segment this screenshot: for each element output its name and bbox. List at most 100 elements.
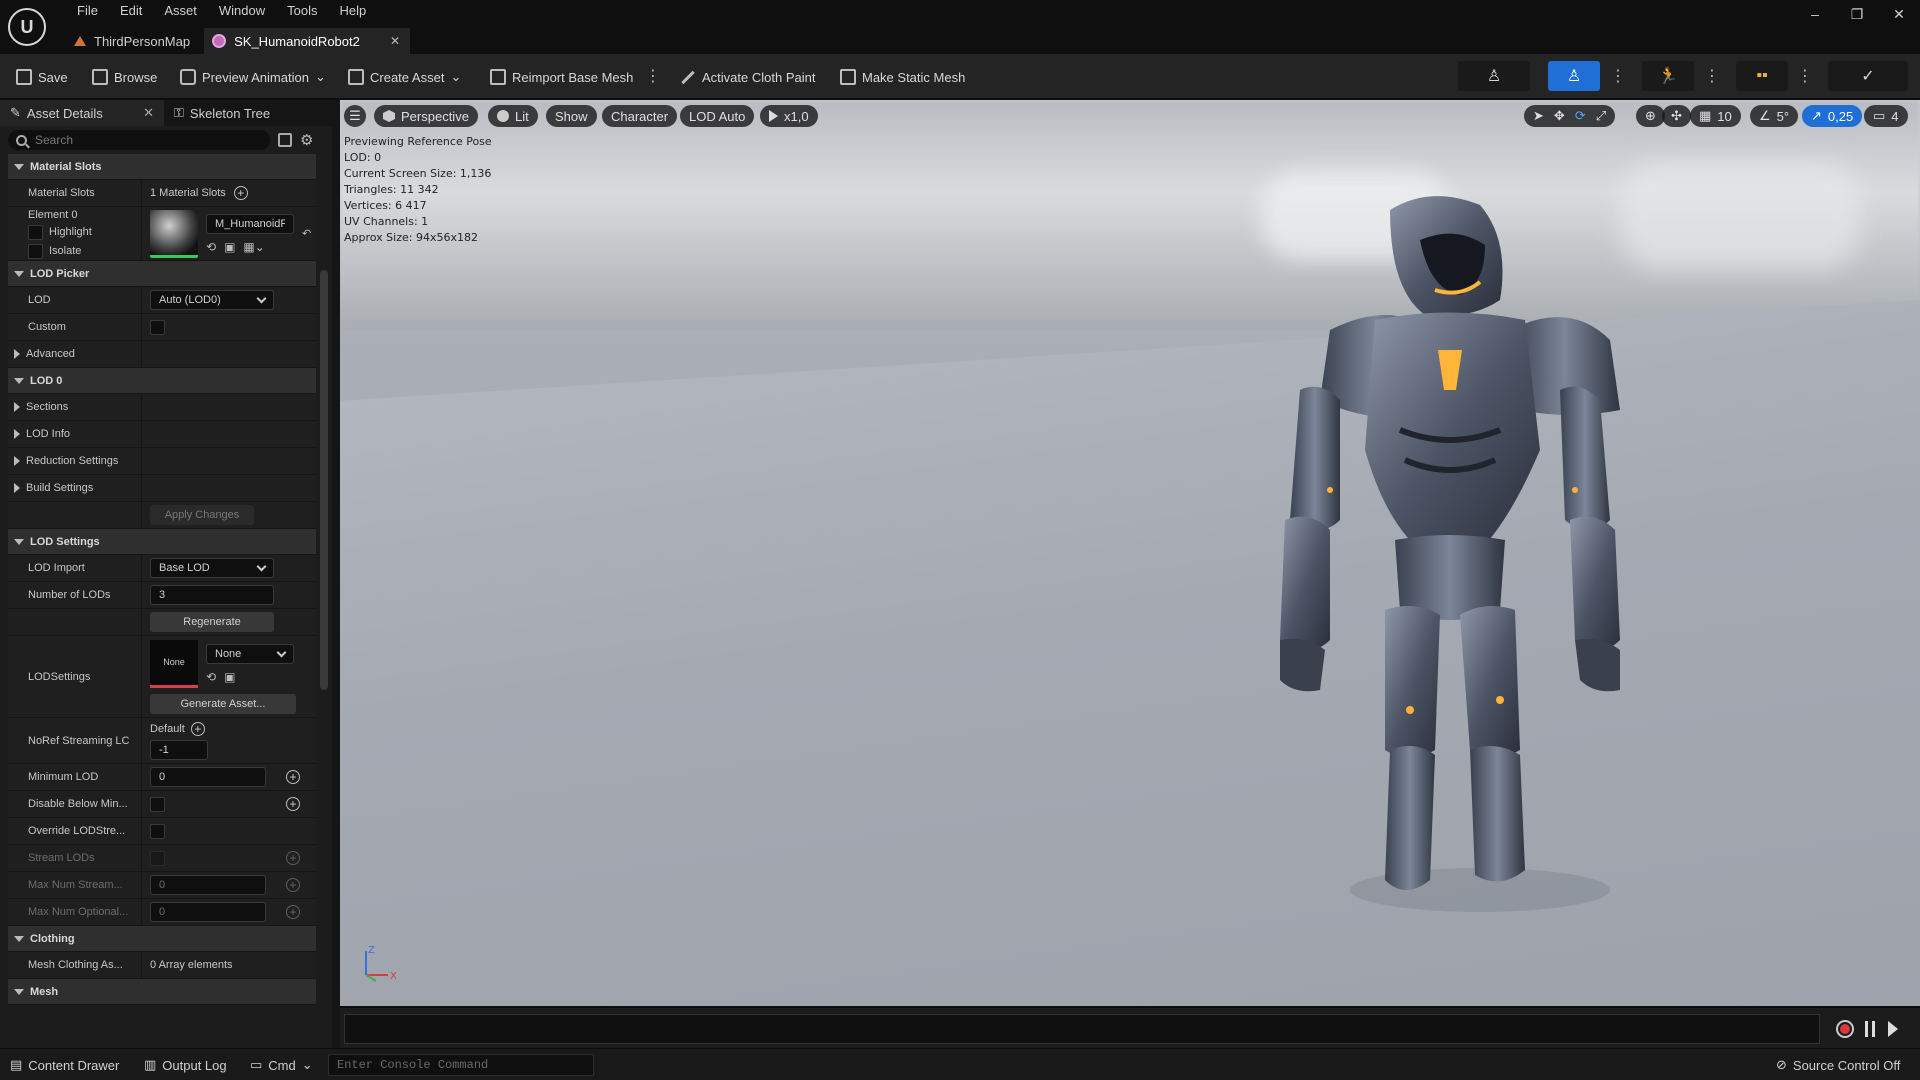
override-checkbox[interactable]: [150, 823, 165, 839]
step-forward-icon[interactable]: [1888, 1021, 1898, 1037]
output-log-button[interactable]: ▥ Output Log: [144, 1057, 227, 1073]
character-button[interactable]: Character: [602, 105, 678, 127]
activate-cloth-paint-button[interactable]: Activate Cloth Paint: [680, 66, 815, 88]
close-window-icon[interactable]: ✕: [1878, 6, 1920, 23]
row-advanced[interactable]: Advanced: [8, 341, 316, 368]
restore-icon[interactable]: ❐: [1836, 6, 1878, 23]
material-combo[interactable]: M_HumanoidRob: [206, 213, 294, 234]
blueprint-mode-button[interactable]: ▪▪: [1736, 61, 1788, 91]
coordinate-space-button[interactable]: ⊕: [1636, 105, 1665, 127]
add-override-icon[interactable]: +: [286, 770, 300, 784]
max-optional-input[interactable]: 0: [150, 902, 266, 922]
camera-speed-button[interactable]: ▭ 4: [1864, 105, 1908, 127]
save-button[interactable]: Save: [16, 66, 68, 88]
number-of-lods-input[interactable]: 3: [150, 585, 274, 605]
section-lod-settings[interactable]: LOD Settings: [8, 529, 316, 555]
lodsettings-thumbnail[interactable]: None: [150, 639, 198, 688]
make-static-mesh-button[interactable]: Make Static Mesh: [840, 66, 965, 88]
content-drawer-button[interactable]: ▤ Content Drawer: [10, 1057, 119, 1073]
noref-input[interactable]: -1: [150, 739, 208, 760]
add-platform-override-icon[interactable]: +: [190, 721, 205, 736]
options-icon[interactable]: ▦⌄: [243, 240, 264, 254]
playback-speed-button[interactable]: x1,0: [760, 105, 818, 127]
record-icon[interactable]: [1836, 1020, 1854, 1038]
grid-snap-button[interactable]: ▦ 10: [1690, 105, 1741, 127]
disable-below-min-checkbox[interactable]: [150, 796, 165, 812]
add-override-icon[interactable]: +: [286, 797, 300, 811]
close-icon[interactable]: ✕: [143, 105, 154, 121]
max-stream-input[interactable]: 0: [150, 875, 266, 895]
tab-sk-humanoidrobot2[interactable]: SK_HumanoidRobot2 ✕: [204, 28, 411, 54]
close-tab-icon[interactable]: ✕: [390, 34, 400, 48]
mesh-mode-options-icon[interactable]: ⋮: [1610, 66, 1626, 86]
use-selected-icon[interactable]: ⟲: [206, 670, 216, 684]
lod-dropdown[interactable]: Auto (LOD0): [150, 290, 274, 310]
add-override-icon[interactable]: +: [286, 878, 300, 892]
add-material-icon[interactable]: +: [233, 186, 248, 200]
row-lod-info[interactable]: LOD Info: [8, 421, 316, 448]
browse-asset-icon[interactable]: ▣: [224, 670, 235, 684]
select-icon[interactable]: ➤: [1533, 108, 1544, 124]
rotate-icon[interactable]: ⟳: [1575, 108, 1586, 124]
menu-window[interactable]: Window: [208, 3, 276, 19]
lod-import-dropdown[interactable]: Base LOD: [150, 558, 274, 578]
rotation-snap-button[interactable]: ∠ 5°: [1750, 105, 1799, 127]
row-reduction-settings[interactable]: Reduction Settings: [8, 448, 316, 475]
add-override-icon[interactable]: +: [286, 851, 300, 865]
stream-lods-checkbox[interactable]: [150, 850, 165, 866]
use-selected-icon[interactable]: ⟲: [206, 240, 216, 254]
row-sections[interactable]: Sections: [8, 394, 316, 421]
lod-auto-button[interactable]: LOD Auto: [680, 105, 755, 127]
physics-mode-button[interactable]: ✓: [1828, 61, 1908, 91]
minimize-icon[interactable]: –: [1794, 6, 1836, 23]
animation-mode-options-icon[interactable]: ⋮: [1704, 66, 1720, 86]
apply-changes-button[interactable]: Apply Changes: [150, 505, 254, 525]
generate-asset-button[interactable]: Generate Asset...: [150, 693, 296, 714]
tab-skeleton-tree[interactable]: ⚿ Skeleton Tree: [164, 100, 280, 126]
reimport-base-mesh-button[interactable]: Reimport Base Mesh: [490, 66, 633, 88]
lodsettings-combo[interactable]: None: [206, 643, 294, 664]
section-clothing[interactable]: Clothing: [8, 926, 316, 952]
details-scrollbar[interactable]: [320, 270, 328, 690]
menu-file[interactable]: File: [66, 3, 109, 19]
reset-icon[interactable]: ↶: [302, 227, 311, 240]
scale-snap-button[interactable]: ↗ 0,25: [1802, 105, 1863, 127]
row-build-settings[interactable]: Build Settings: [8, 475, 316, 502]
console-command-input[interactable]: [328, 1054, 594, 1076]
lit-button[interactable]: Lit: [488, 105, 538, 127]
menu-edit[interactable]: Edit: [109, 3, 153, 19]
custom-checkbox[interactable]: [150, 319, 165, 335]
timeline-scrubber[interactable]: [344, 1014, 1820, 1044]
pause-icon[interactable]: [1865, 1021, 1875, 1037]
isolate-checkbox[interactable]: [28, 243, 43, 259]
preview-animation-button[interactable]: Preview Animation ⌄: [180, 66, 326, 88]
animation-mode-button[interactable]: 🏃: [1642, 61, 1694, 91]
section-material-slots[interactable]: Material Slots: [8, 154, 316, 180]
mesh-mode-button[interactable]: ♙: [1548, 61, 1600, 91]
source-control-button[interactable]: ⊘ Source Control Off: [1776, 1057, 1900, 1073]
menu-tools[interactable]: Tools: [276, 3, 328, 19]
section-lod-picker[interactable]: LOD Picker: [8, 261, 316, 287]
skeleton-mode-button[interactable]: ♙: [1458, 61, 1530, 91]
cmd-dropdown[interactable]: ▭ Cmd ⌄: [250, 1057, 313, 1073]
viewport-menu-button[interactable]: ☰: [344, 105, 366, 127]
browse-asset-icon[interactable]: ▣: [224, 240, 235, 254]
menu-help[interactable]: Help: [328, 3, 377, 19]
scale-icon[interactable]: ⤢: [1596, 108, 1606, 124]
surface-snap-button[interactable]: ✣: [1662, 105, 1691, 127]
regenerate-button[interactable]: Regenerate: [150, 612, 274, 632]
minimum-lod-input[interactable]: 0: [150, 767, 266, 787]
material-thumbnail[interactable]: [150, 209, 198, 258]
viewport[interactable]: ☰ Perspective Lit Show Character LOD Aut…: [340, 100, 1920, 1006]
section-lod-0[interactable]: LOD 0: [8, 368, 316, 394]
perspective-button[interactable]: Perspective: [374, 105, 478, 127]
highlight-checkbox[interactable]: [28, 224, 43, 240]
tab-thirdpersonmap[interactable]: ThirdPersonMap: [66, 28, 204, 54]
add-override-icon[interactable]: +: [286, 905, 300, 919]
unreal-logo-icon[interactable]: U: [8, 8, 46, 46]
section-mesh[interactable]: Mesh: [8, 979, 316, 1005]
show-button[interactable]: Show: [546, 105, 597, 127]
settings-gear-icon[interactable]: ⚙: [300, 131, 313, 149]
tab-asset-details[interactable]: ✎ Asset Details ✕: [0, 100, 164, 126]
translate-icon[interactable]: ✥: [1554, 108, 1565, 124]
